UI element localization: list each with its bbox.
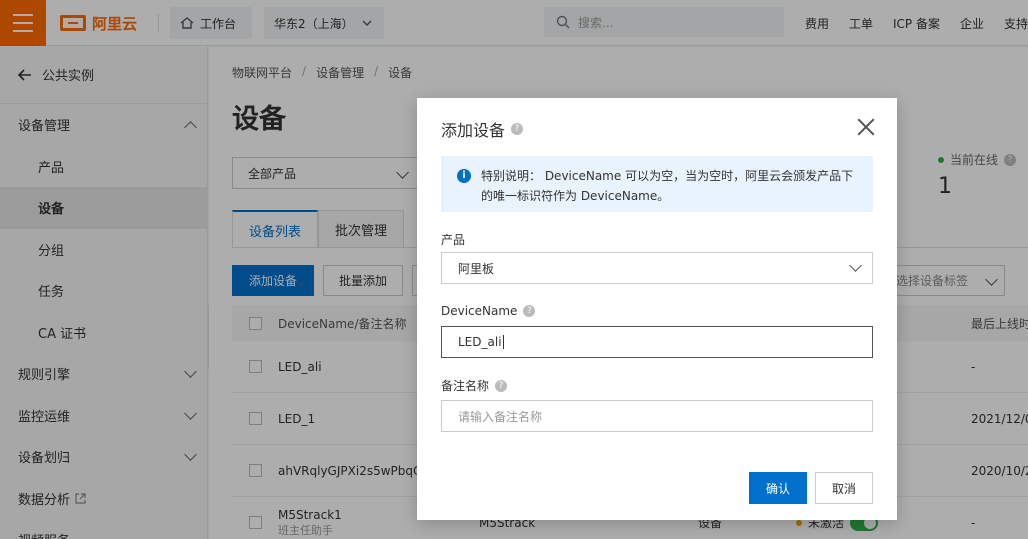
devicename-label: DeviceName ? (441, 304, 536, 318)
help-icon[interactable]: ? (511, 123, 524, 135)
cancel-button[interactable]: 取消 (815, 472, 873, 504)
devicename-value: LED_ali (458, 335, 502, 349)
product-label: 产品 (441, 233, 466, 247)
dialog-title: 添加设备 ? (441, 117, 524, 141)
info-icon: i (457, 169, 471, 183)
confirm-button[interactable]: 确认 (749, 472, 807, 504)
notice-text: 特别说明： DeviceName 可以为空，当为空时，阿里云会颁发产品下的唯一标… (481, 169, 854, 203)
dialog-title-text: 添加设备 (441, 121, 506, 140)
help-icon[interactable]: ? (495, 379, 508, 392)
note-label-text: 备注名称 (441, 379, 490, 393)
add-device-dialog: 添加设备 ? i 特别说明： DeviceName 可以为空，当为空时，阿里云会… (417, 98, 897, 520)
product-select-value: 阿里板 (458, 261, 495, 276)
note-placeholder: 请输入备注名称 (458, 409, 543, 424)
chevron-down-icon (849, 259, 862, 272)
close-icon[interactable] (857, 118, 875, 136)
help-icon[interactable]: ? (523, 305, 536, 317)
devicename-label-text: DeviceName (441, 304, 518, 318)
note-label: 备注名称 ? (441, 377, 508, 394)
note-input[interactable]: 请输入备注名称 (441, 400, 873, 432)
notice-banner: i 特别说明： DeviceName 可以为空，当为空时，阿里云会颁发产品下的唯… (441, 156, 873, 212)
product-select[interactable]: 阿里板 (441, 252, 873, 284)
devicename-input[interactable]: LED_ali (441, 326, 873, 358)
